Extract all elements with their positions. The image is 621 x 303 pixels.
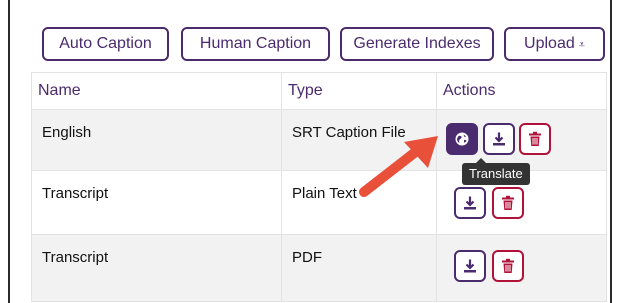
translate-button[interactable]: [446, 123, 478, 155]
human-caption-button[interactable]: Human Caption: [181, 27, 330, 61]
download-button[interactable]: [483, 123, 515, 155]
files-table: Name Type Actions English SRT Caption Fi…: [31, 72, 607, 302]
trash-icon: [502, 258, 514, 273]
upload-button[interactable]: Upload ⩡: [504, 27, 605, 61]
generate-indexes-label: Generate Indexes: [353, 35, 481, 52]
auto-caption-label: Auto Caption: [59, 35, 152, 52]
header-type: Type: [281, 72, 437, 110]
human-caption-label: Human Caption: [199, 35, 312, 52]
generate-indexes-button[interactable]: Generate Indexes: [340, 27, 494, 61]
download-icon: [464, 196, 476, 210]
annotation-arrow: [359, 136, 438, 197]
trash-icon: [502, 195, 514, 210]
cell-type: PDF: [281, 234, 437, 302]
cell-name: English: [31, 109, 282, 171]
download-button[interactable]: [454, 250, 486, 282]
table-header-row: Name Type Actions: [31, 72, 607, 110]
header-actions: Actions: [436, 72, 607, 110]
delete-button[interactable]: [492, 187, 524, 219]
cell-actions: [436, 234, 607, 302]
trash-icon: [529, 131, 541, 146]
header-name: Name: [31, 72, 282, 110]
cell-name: Transcript: [31, 234, 282, 302]
globe-icon: [455, 132, 469, 146]
upload-caret-icon: ⩡: [578, 39, 585, 51]
upload-label: Upload: [524, 35, 575, 52]
delete-button[interactable]: [519, 123, 551, 155]
table-row: Transcript PDF: [31, 234, 607, 302]
cell-actions: [436, 109, 607, 171]
translate-tooltip: Translate: [462, 158, 530, 185]
cell-name: Transcript: [31, 170, 282, 235]
download-icon: [493, 132, 505, 146]
auto-caption-button[interactable]: Auto Caption: [42, 27, 169, 61]
table-row: English SRT Caption File: [31, 109, 607, 171]
download-icon: [464, 259, 476, 273]
tooltip-text: Translate: [469, 166, 523, 181]
delete-button[interactable]: [492, 250, 524, 282]
download-button[interactable]: [454, 187, 486, 219]
